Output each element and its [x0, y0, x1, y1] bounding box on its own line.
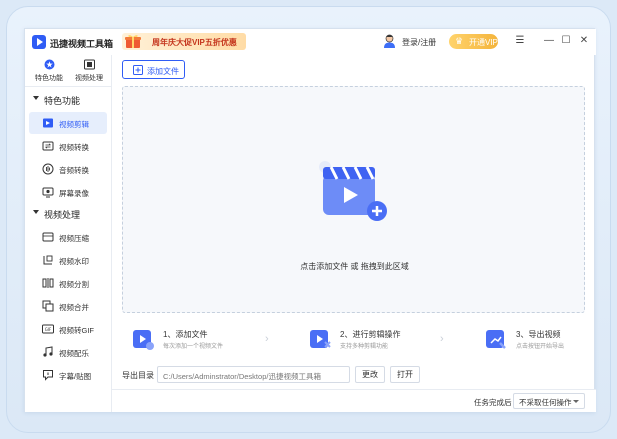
group-featured[interactable]: 特色功能: [25, 89, 112, 109]
task-complete-select[interactable]: 不采取任何操作: [513, 393, 585, 409]
sidebar-item-video-edit[interactable]: 视频剪辑: [29, 112, 107, 134]
drop-hint: 点击添加文件 或 拖拽到此区域: [300, 262, 409, 271]
topnav-video-processing[interactable]: 视频处理: [69, 59, 109, 85]
step-title: 2、进行剪辑操作: [340, 330, 401, 339]
export-path-value: C:/Users/Adminstrator/Desktop/迅捷视频工具箱: [163, 372, 321, 381]
sidebar-item-label: 视频转换: [59, 143, 89, 152]
topnav-featured[interactable]: 特色功能: [29, 59, 69, 85]
open-vip-button[interactable]: ♛ 开通VIP: [449, 34, 498, 49]
step-export-icon: [486, 330, 506, 349]
video-watermark-icon: [43, 255, 53, 265]
open-vip-label: 开通VIP: [469, 38, 498, 47]
screen-record-icon: [42, 187, 54, 198]
export-row: 导出目录 C:/Users/Adminstrator/Desktop/迅捷视频工…: [122, 366, 585, 384]
step-edit-icon: [310, 330, 331, 348]
chevron-down-icon: [573, 400, 579, 403]
promo-text: 周年庆大促VIP五折优惠: [152, 38, 237, 47]
sidebar-item-subtitle-sticker[interactable]: 字幕/贴图: [29, 364, 107, 386]
sidebar-item-label: 视频水印: [59, 257, 89, 266]
step-title: 3、导出视频: [516, 330, 561, 339]
star-circle-icon: [44, 59, 54, 70]
gif-icon: GIF: [42, 324, 54, 334]
sidebar-item-label: 视频配乐: [59, 349, 89, 358]
export-path-input[interactable]: C:/Users/Adminstrator/Desktop/迅捷视频工具箱: [157, 366, 350, 383]
close-icon[interactable]: ✕: [578, 36, 590, 46]
caret-down-icon: [33, 96, 39, 100]
add-file-label: 添加文件: [147, 67, 179, 76]
film-icon: [83, 59, 95, 70]
step-add-file-icon: [133, 330, 154, 350]
sidebar-item-video-music[interactable]: 视频配乐: [29, 341, 107, 363]
sidebar-item-video-merge[interactable]: 视频合并: [29, 295, 107, 317]
status-bar: 任务完成后 不采取任何操作: [112, 389, 596, 412]
sidebar-item-label: 字幕/贴图: [59, 372, 92, 381]
step-subtitle: 支持多种剪辑功能: [340, 344, 389, 350]
add-file-icon: [133, 65, 143, 75]
music-icon: [43, 346, 53, 357]
sidebar-item-label: 音频转换: [59, 166, 89, 175]
promo-banner[interactable]: 周年庆大促VIP五折优惠: [122, 33, 246, 50]
topnav-label: 视频处理: [75, 75, 103, 82]
svg-text:GIF: GIF: [45, 327, 52, 332]
steps-row: 1、添加文件 每次添加一个视频文件 › 2、进行剪辑操作 支持多种剪辑功能 › …: [122, 324, 585, 354]
sidebar-item-video-to-gif[interactable]: GIF 视频转GIF: [29, 318, 107, 340]
login-register-link[interactable]: 登录/注册: [402, 37, 436, 48]
sidebar-item-label: 视频转GIF: [59, 326, 94, 335]
chevron-right-icon: ›: [440, 333, 444, 345]
video-split-icon: [42, 278, 54, 288]
change-dir-button[interactable]: 更改: [355, 366, 385, 383]
user-avatar-icon[interactable]: [383, 34, 396, 48]
drop-zone[interactable]: 点击添加文件 或 拖拽到此区域: [122, 86, 585, 313]
video-edit-icon: [43, 118, 53, 128]
menu-icon[interactable]: ☰: [514, 36, 526, 46]
video-merge-icon: [42, 300, 54, 312]
step-edit: 2、进行剪辑操作 支持多种剪辑功能: [309, 324, 449, 354]
chevron-right-icon: ›: [265, 333, 269, 345]
app-window: 迅捷视频工具箱 周年庆大促VIP五折优惠 登录/注册 ♛ 开通VIP ☰ — ☐…: [24, 28, 596, 412]
sidebar-item-video-watermark[interactable]: 视频水印: [29, 249, 107, 271]
step-title: 1、添加文件: [163, 330, 208, 339]
sidebar-item-video-compress[interactable]: 视频压缩: [29, 226, 107, 248]
top-nav: 特色功能 视频处理: [25, 55, 112, 87]
crown-icon: ♛: [455, 36, 464, 46]
open-dir-button[interactable]: 打开: [390, 366, 420, 383]
step-add-file: 1、添加文件 每次添加一个视频文件: [132, 324, 272, 354]
audio-convert-icon: [42, 163, 54, 175]
video-convert-icon: [42, 141, 54, 151]
gift-icon: [124, 34, 142, 49]
sidebar-item-screen-record[interactable]: 屏幕录像: [29, 181, 107, 203]
sidebar: 特色功能 视频处理 特色功能 视频剪辑 视频转换 音频转换 屏幕录像 视频处理 …: [25, 55, 112, 412]
sidebar-item-label: 视频压缩: [59, 234, 89, 243]
step-subtitle: 每次添加一个视频文件: [163, 344, 224, 350]
sidebar-item-label: 视频剪辑: [59, 120, 89, 129]
clapperboard-icon: [319, 161, 387, 221]
app-title: 迅捷视频工具箱: [50, 39, 114, 49]
step-subtitle: 点击按钮开始导出: [516, 344, 565, 350]
sidebar-item-label: 视频分割: [59, 280, 89, 289]
sidebar-item-video-split[interactable]: 视频分割: [29, 272, 107, 294]
group-label: 特色功能: [44, 96, 81, 106]
caret-down-icon: [33, 210, 39, 214]
group-label: 视频处理: [44, 210, 81, 220]
export-dir-label: 导出目录: [122, 371, 154, 380]
sidebar-item-label: 视频合并: [59, 303, 89, 312]
sidebar-item-audio-convert[interactable]: 音频转换: [29, 158, 107, 180]
step-export: 3、导出视频 点击按钮开始导出: [485, 324, 617, 354]
sidebar-item-label: 屏幕录像: [59, 189, 89, 198]
title-bar: 迅捷视频工具箱 周年庆大促VIP五折优惠 登录/注册 ♛ 开通VIP ☰ — ☐…: [25, 29, 596, 55]
subtitle-icon: [43, 370, 53, 381]
app-logo-icon: [32, 35, 46, 49]
minimize-icon[interactable]: —: [543, 36, 555, 46]
sidebar-item-video-convert[interactable]: 视频转换: [29, 135, 107, 157]
maximize-icon[interactable]: ☐: [560, 36, 572, 46]
video-compress-icon: [42, 232, 54, 242]
add-file-button[interactable]: 添加文件: [122, 60, 185, 79]
topnav-label: 特色功能: [35, 75, 63, 82]
task-complete-label: 任务完成后: [474, 398, 512, 407]
task-complete-value: 不采取任何操作: [519, 398, 572, 407]
group-video-processing[interactable]: 视频处理: [25, 203, 112, 223]
